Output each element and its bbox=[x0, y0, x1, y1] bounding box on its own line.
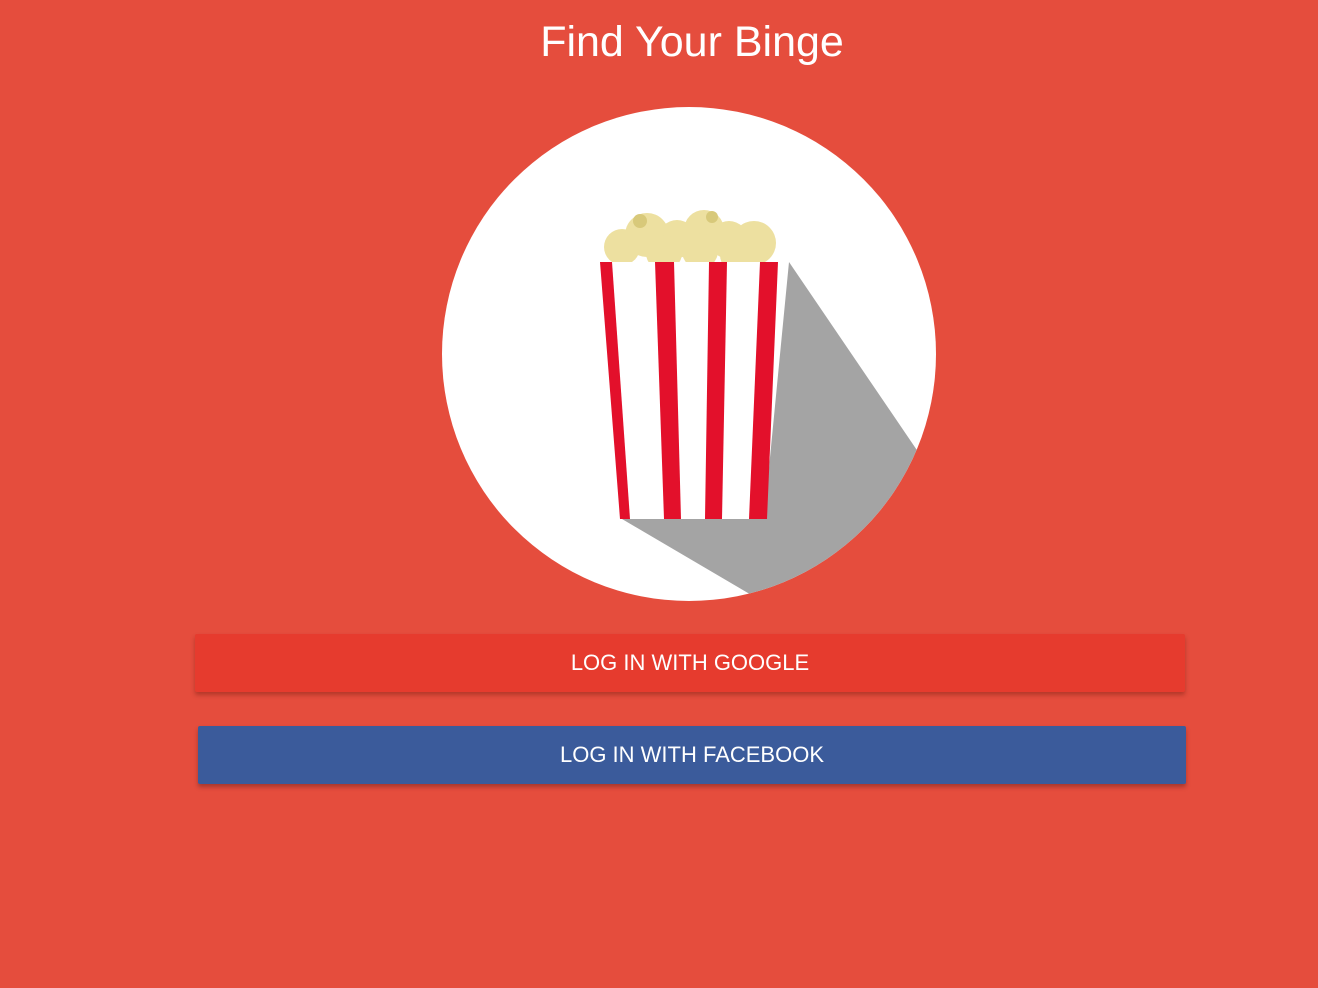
login-screen: Find Your Binge LOG IN WITH GOOGLE LOG I… bbox=[0, 0, 1318, 988]
facebook-login-button[interactable]: LOG IN WITH FACEBOOK bbox=[198, 726, 1186, 784]
google-login-label: LOG IN WITH GOOGLE bbox=[570, 650, 810, 675]
app-title: Find Your Binge bbox=[540, 18, 844, 66]
app-logo bbox=[442, 107, 936, 601]
popcorn-icon bbox=[442, 107, 936, 601]
facebook-login-label: LOG IN WITH FACEBOOK bbox=[559, 742, 825, 767]
google-login-button[interactable]: LOG IN WITH GOOGLE bbox=[195, 634, 1185, 692]
